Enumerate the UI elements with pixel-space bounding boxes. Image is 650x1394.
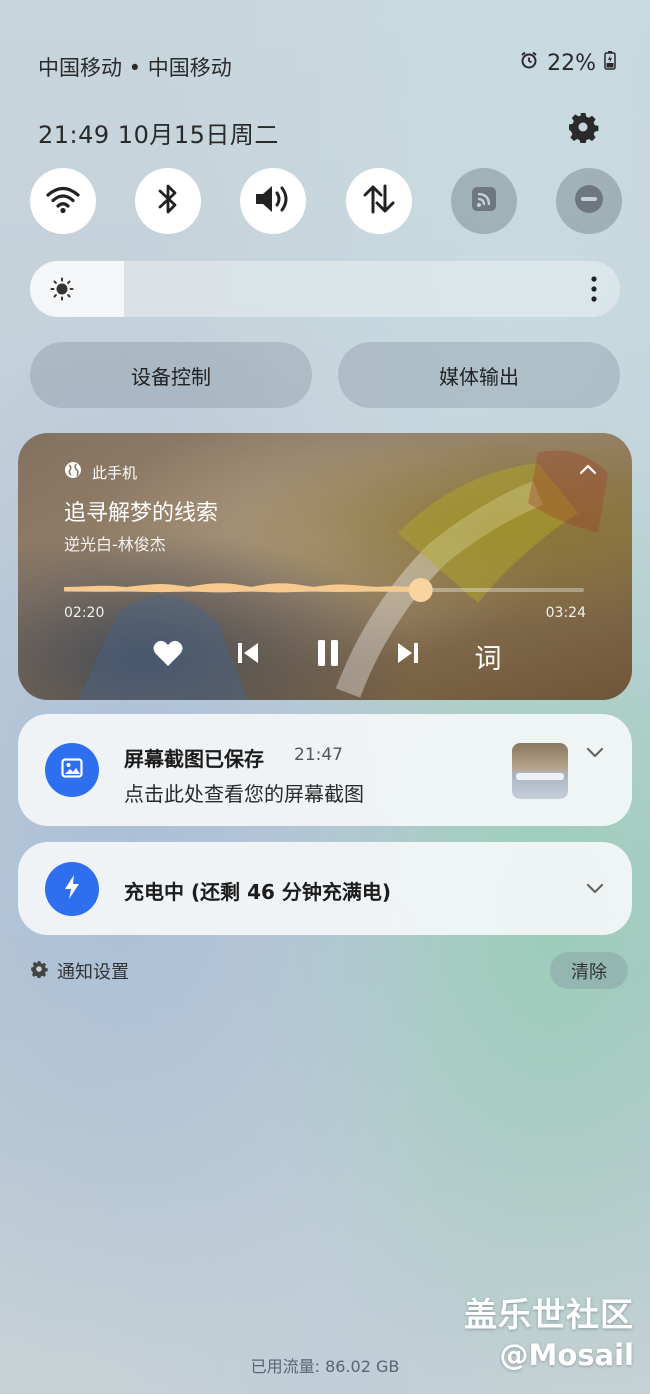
wifi-icon bbox=[45, 184, 81, 218]
brightness-fill bbox=[30, 261, 125, 317]
watermark-line-1: 盖乐世社区 bbox=[464, 1295, 634, 1334]
notification-settings-label: 通知设置 bbox=[57, 962, 129, 983]
cast-icon bbox=[469, 184, 499, 218]
skip-previous-icon bbox=[235, 640, 261, 673]
quick-settings-toggles bbox=[30, 168, 622, 234]
elapsed-time: 02:20 bbox=[64, 605, 105, 621]
notification-body: 点击此处查看您的屏幕截图 bbox=[124, 782, 364, 806]
heart-icon bbox=[152, 639, 184, 674]
song-title: 追寻解梦的线索 bbox=[64, 501, 219, 526]
do-not-disturb-toggle[interactable] bbox=[555, 168, 622, 234]
song-artist: 逆光白-林俊杰 bbox=[64, 535, 166, 554]
playback-progress-slider[interactable] bbox=[64, 574, 584, 606]
screenshot-app-icon bbox=[45, 743, 99, 797]
more-vertical-icon[interactable] bbox=[590, 275, 598, 303]
bluetooth-toggle[interactable] bbox=[135, 168, 202, 234]
screenshot-thumbnail[interactable] bbox=[512, 743, 568, 799]
alarm-icon bbox=[519, 50, 539, 76]
bluetooth-icon bbox=[156, 182, 180, 220]
chevron-down-icon[interactable] bbox=[584, 877, 606, 899]
total-duration: 03:24 bbox=[545, 605, 586, 621]
data-transfer-icon bbox=[362, 183, 396, 219]
notification-title: 充电中 (还剩 46 分钟充满电) bbox=[124, 880, 392, 904]
previous-button[interactable] bbox=[228, 636, 268, 676]
playback-controls: 词 bbox=[148, 636, 508, 676]
notification-time: 21:47 bbox=[294, 745, 343, 765]
lyrics-button[interactable]: 词 bbox=[468, 636, 508, 676]
do-not-disturb-icon bbox=[573, 183, 605, 219]
lightning-icon bbox=[61, 874, 83, 904]
progress-thumb[interactable] bbox=[408, 578, 433, 602]
notification-settings-link[interactable]: 通知设置 bbox=[30, 958, 129, 984]
mobile-data-toggle[interactable] bbox=[345, 168, 412, 234]
wifi-toggle[interactable] bbox=[30, 168, 96, 234]
device-control-button[interactable]: 设备控制 bbox=[30, 342, 312, 408]
volume-icon bbox=[253, 183, 293, 219]
pause-button[interactable] bbox=[308, 636, 348, 676]
settings-button[interactable] bbox=[564, 110, 602, 148]
media-source-label: 此手机 bbox=[92, 463, 138, 482]
charging-app-icon bbox=[45, 862, 99, 916]
progress-waveform bbox=[64, 583, 421, 593]
media-player-card[interactable]: 此手机 追寻解梦的线索 逆光白-林俊杰 02:20 03:24 词 bbox=[18, 433, 632, 700]
screenshot-notification[interactable]: 屏幕截图已保存 21:47 点击此处查看您的屏幕截图 bbox=[18, 714, 632, 826]
cast-toggle[interactable] bbox=[450, 168, 517, 234]
battery-charging-icon bbox=[604, 50, 616, 76]
notification-title: 屏幕截图已保存 bbox=[124, 747, 264, 771]
globe-icon bbox=[64, 461, 82, 483]
clear-button[interactable]: 清除 bbox=[550, 952, 628, 989]
charging-notification[interactable]: 充电中 (还剩 46 分钟充满电) bbox=[18, 842, 632, 935]
skip-next-icon bbox=[395, 640, 421, 673]
sun-icon bbox=[50, 277, 74, 301]
pause-icon bbox=[315, 638, 341, 675]
favorite-button[interactable] bbox=[148, 636, 188, 676]
chevron-up-icon[interactable] bbox=[576, 457, 600, 481]
sound-toggle[interactable] bbox=[240, 168, 307, 234]
brightness-slider[interactable] bbox=[30, 261, 620, 317]
battery-percent: 22% bbox=[547, 50, 596, 76]
date-time: 21:49 10月15日周二 bbox=[38, 121, 279, 149]
data-usage-label: 已用流量: 86.02 GB bbox=[250, 1357, 400, 1376]
gear-icon bbox=[567, 111, 599, 147]
chevron-down-icon[interactable] bbox=[584, 741, 606, 763]
carrier-label: 中国移动 • 中国移动 bbox=[38, 56, 232, 80]
gear-icon bbox=[30, 960, 48, 983]
media-output-button[interactable]: 媒体输出 bbox=[338, 342, 620, 408]
image-icon bbox=[60, 756, 84, 784]
status-indicators: 22% bbox=[519, 50, 616, 76]
media-source: 此手机 bbox=[64, 461, 137, 483]
next-button[interactable] bbox=[388, 636, 428, 676]
